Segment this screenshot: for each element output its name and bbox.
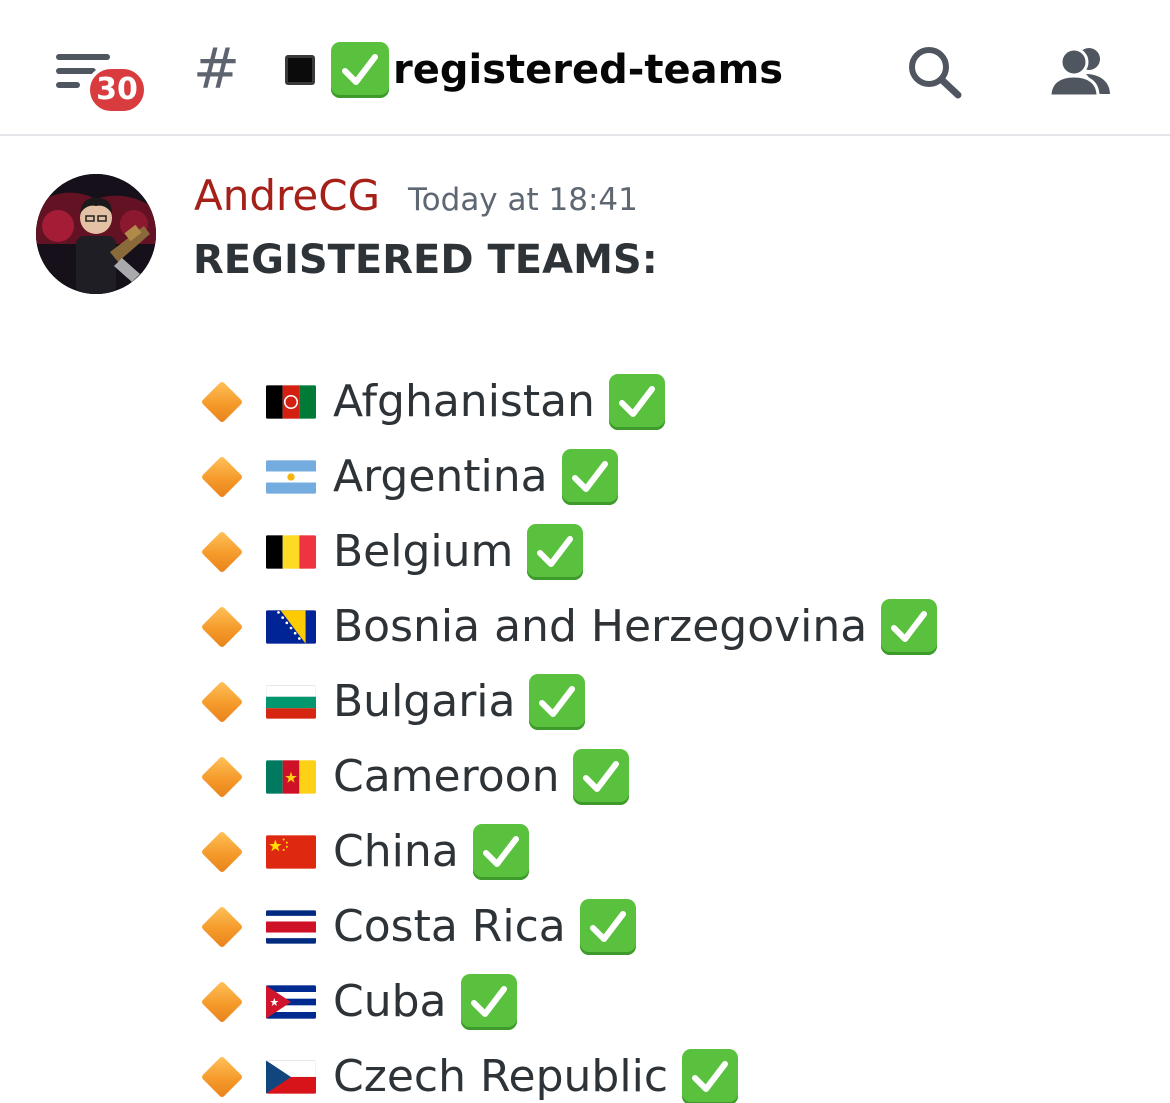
orange-diamond-icon	[198, 603, 246, 651]
menu-button[interactable]: 30	[52, 48, 152, 118]
cameroon-flag-icon	[266, 759, 316, 794]
avatar[interactable]	[36, 174, 156, 294]
members-button[interactable]	[1046, 44, 1112, 100]
list-item: China	[198, 814, 937, 889]
team-name: Czech Republic	[333, 1050, 669, 1102]
search-icon	[909, 47, 962, 99]
channel-title[interactable]: registered-teams	[285, 40, 783, 100]
team-name: Costa Rica	[333, 900, 566, 952]
team-name: Cameroon	[333, 750, 560, 802]
orange-diamond-icon	[198, 828, 246, 876]
team-name: Argentina	[333, 450, 548, 502]
orange-diamond-icon	[198, 528, 246, 576]
orange-diamond-icon	[198, 753, 246, 801]
costa-rica-flag-icon	[266, 909, 316, 944]
belgium-flag-icon	[266, 534, 316, 569]
list-item: Afghanistan	[198, 364, 937, 439]
list-item: Bosnia and Herzegovina	[198, 589, 938, 664]
hash-icon: #	[193, 37, 240, 102]
argentina-flag-icon	[266, 459, 316, 494]
avatar-image	[36, 174, 156, 294]
team-name: Bosnia and Herzegovina	[333, 600, 868, 652]
list-item: Czech Republic	[198, 1039, 937, 1103]
orange-diamond-icon	[198, 378, 246, 426]
check-mark-icon	[573, 748, 630, 805]
orange-diamond-icon	[198, 1053, 246, 1101]
check-mark-icon	[527, 523, 584, 580]
check-mark-icon	[460, 973, 517, 1030]
orange-diamond-icon	[198, 678, 246, 726]
bosnia-flag-icon	[266, 609, 316, 644]
orange-diamond-icon	[198, 978, 246, 1026]
list-item: Cameroon	[198, 739, 937, 814]
message-author[interactable]: AndreCG	[194, 172, 380, 220]
afghanistan-flag-icon	[266, 384, 316, 419]
team-name: Cuba	[333, 975, 447, 1027]
message-heading: REGISTERED TEAMS:	[193, 237, 658, 283]
check-mark-icon	[529, 673, 586, 730]
channel-header: 30 # registered-teams	[0, 0, 1170, 136]
orange-diamond-icon	[198, 453, 246, 501]
members-icon	[1048, 47, 1110, 98]
black-square-icon	[285, 55, 315, 85]
list-item: Cuba	[198, 964, 937, 1039]
check-mark-icon	[331, 42, 389, 98]
list-item: Costa Rica	[198, 889, 937, 964]
search-button[interactable]	[906, 44, 966, 100]
check-mark-icon	[682, 1048, 739, 1103]
check-mark-icon	[608, 373, 665, 430]
orange-diamond-icon	[198, 903, 246, 951]
channel-name: registered-teams	[393, 47, 784, 93]
team-name: Bulgaria	[333, 675, 516, 727]
team-name: Belgium	[333, 525, 514, 577]
check-mark-icon	[881, 598, 938, 655]
china-flag-icon	[266, 834, 316, 869]
unread-badge: 30	[86, 65, 148, 115]
list-item: Argentina	[198, 439, 937, 514]
list-item: Belgium	[198, 514, 937, 589]
bulgaria-flag-icon	[266, 684, 316, 719]
check-mark-icon	[472, 823, 529, 880]
check-mark-icon	[561, 448, 618, 505]
list-item: Bulgaria	[198, 664, 937, 739]
team-name: China	[333, 825, 459, 877]
team-name: Afghanistan	[333, 375, 595, 427]
team-list: Afghanistan Argentina Belgium Bosnia and…	[198, 364, 938, 1103]
check-mark-icon	[579, 898, 636, 955]
message-timestamp: Today at 18:41	[408, 182, 638, 218]
czech-flag-icon	[266, 1059, 316, 1094]
cuba-flag-icon	[266, 984, 316, 1019]
